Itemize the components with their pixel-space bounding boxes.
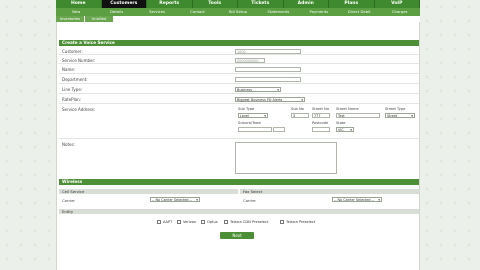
checkbox-aapt-label: AAPT xyxy=(163,220,173,224)
cell-service-header: Cell Service xyxy=(59,189,238,194)
service-number-field[interactable]: 0000000000 xyxy=(235,58,265,63)
line-type-select[interactable]: Business xyxy=(235,87,281,92)
street-type-label: Street Type xyxy=(385,107,406,111)
tab-home[interactable]: Home xyxy=(56,0,102,8)
subnav-new[interactable]: New xyxy=(56,8,96,16)
rateplan-label: RatePlan: xyxy=(62,97,82,102)
service-address-row: Service Address: Sub Type Level Sub No 3… xyxy=(59,105,419,139)
subnav-statements[interactable]: Statements xyxy=(258,8,298,16)
sub-nav-secondary: Inventories Unbilled xyxy=(56,16,420,22)
wireless-section-header: Wireless xyxy=(59,179,419,185)
line-type-label: Line Type: xyxy=(62,87,83,92)
service-number-label: Service Number: xyxy=(62,58,96,63)
street-name-label: Street Name xyxy=(336,107,359,111)
service-number-row: Service Number: 0000000000 xyxy=(59,56,419,64)
tab-voip[interactable]: VoIP xyxy=(375,0,420,8)
subnav-payments[interactable]: Payments xyxy=(299,8,339,16)
line-type-row: Line Type: Business xyxy=(59,85,419,94)
carrier-label: Carrier xyxy=(62,198,75,203)
customer-label: Customer: xyxy=(62,49,83,54)
checkbox-telstra-preselect-label: Telstra Preselect xyxy=(286,220,316,224)
checkbox-optus[interactable] xyxy=(201,220,205,224)
department-row: Department: xyxy=(59,75,419,84)
checkbox-verizon-label: Verizon xyxy=(183,220,197,224)
name-field[interactable] xyxy=(235,67,301,72)
sub-nav: New Details Services Contact Bill Setup … xyxy=(56,8,420,16)
fax-select-header: Fax Select xyxy=(240,189,419,194)
subnav-unbilled[interactable]: Unbilled xyxy=(85,16,113,22)
next-button[interactable]: Next xyxy=(220,232,254,239)
street-name-field[interactable]: Test xyxy=(336,113,380,118)
suburb-extra-field[interactable] xyxy=(273,127,285,132)
department-field[interactable] xyxy=(235,77,301,82)
checkbox-aapt[interactable] xyxy=(157,220,161,224)
checkbox-telstra-cdn-label: Telstra CDN Preselect xyxy=(230,220,269,224)
notes-label: Notes: xyxy=(62,142,75,147)
subnav-services[interactable]: Services xyxy=(137,8,177,16)
rateplan-select[interactable]: Biggest Business Fill Alerts xyxy=(235,97,305,102)
customer-row: Customer: 1000 xyxy=(59,47,419,55)
checkbox-verizon[interactable] xyxy=(177,220,181,224)
tab-tools[interactable]: Tools xyxy=(193,0,238,8)
street-no-label: Street No xyxy=(312,107,329,111)
state-label: State xyxy=(336,121,346,125)
suburb-label: Suburb/Town xyxy=(238,121,262,125)
subnav-charges[interactable]: Charges xyxy=(380,8,420,16)
subnav-inventories[interactable]: Inventories xyxy=(56,16,84,22)
main-nav: Home Customers Reports Tools Tickets Adm… xyxy=(56,0,420,8)
subnav-direct-debit[interactable]: Direct Debit xyxy=(339,8,379,16)
checkbox-optus-label: Optus xyxy=(207,220,218,224)
name-label: Name: xyxy=(62,67,76,72)
form-section-header: Create a Voice Service xyxy=(59,40,419,46)
checkbox-telstra-cdn[interactable] xyxy=(224,220,228,224)
postcode-label: Postcode xyxy=(312,121,329,125)
subnav-bill-setup[interactable]: Bill Setup xyxy=(218,8,258,16)
tab-plans[interactable]: Plans xyxy=(329,0,375,8)
street-no-field[interactable]: 777 xyxy=(312,113,330,118)
fax-carrier-label: Carrier xyxy=(243,198,256,203)
tab-customers[interactable]: Customers xyxy=(101,0,147,8)
subnav-contact[interactable]: Contact xyxy=(177,8,217,16)
notes-textarea[interactable] xyxy=(235,142,337,174)
sub-no-label: Sub No xyxy=(291,107,304,111)
sub-type-select[interactable]: Level xyxy=(238,113,268,118)
street-type-select[interactable]: Street xyxy=(385,113,415,118)
customer-field[interactable]: 1000 xyxy=(235,49,301,54)
fax-carrier-select[interactable]: -- No Carrier Selected -- xyxy=(332,197,382,202)
sub-no-field[interactable]: 3 xyxy=(291,113,309,118)
rateplan-row: RatePlan: Biggest Business Fill Alerts xyxy=(59,95,419,104)
subnav-details[interactable]: Details xyxy=(96,8,136,16)
carrier-select[interactable]: -- No Carrier Selected -- xyxy=(150,197,200,202)
entity-header: Entity xyxy=(59,209,419,214)
service-address-label: Service Address: xyxy=(62,107,96,112)
state-select[interactable]: VIC xyxy=(336,127,354,132)
tab-tickets[interactable]: Tickets xyxy=(238,0,284,8)
name-row: Name: xyxy=(59,65,419,74)
tab-reports[interactable]: Reports xyxy=(147,0,193,8)
checkbox-telstra-preselect[interactable] xyxy=(280,220,284,224)
tab-admin[interactable]: Admin xyxy=(284,0,329,8)
suburb-field[interactable] xyxy=(238,127,272,132)
postcode-field[interactable] xyxy=(312,127,330,132)
sub-type-label: Sub Type xyxy=(238,107,255,111)
notes-row: Notes: xyxy=(59,140,419,174)
department-label: Department: xyxy=(62,77,88,82)
